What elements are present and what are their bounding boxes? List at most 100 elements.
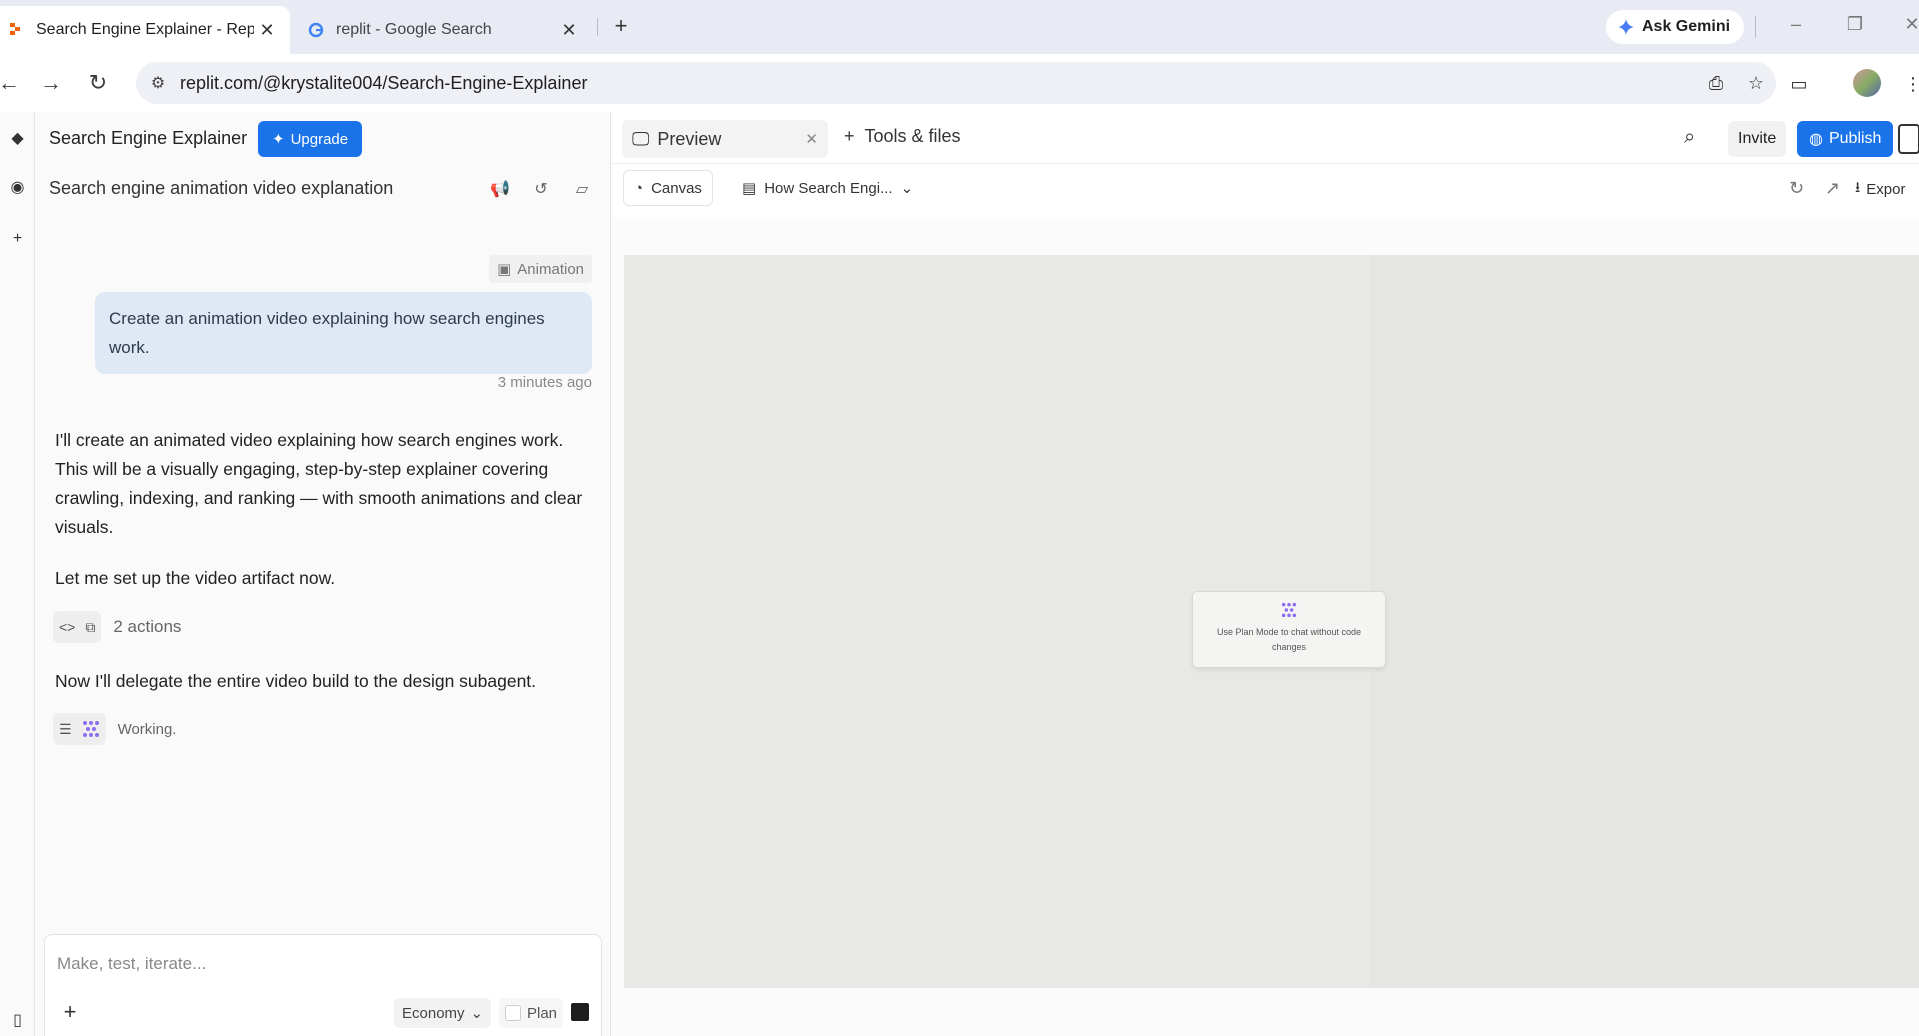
- sidebar-toggle-icon[interactable]: ▯: [0, 1010, 35, 1030]
- stop-button[interactable]: [571, 1003, 589, 1021]
- agent-message: Now I'll delegate the entire video build…: [55, 671, 537, 691]
- mode-label: Economy: [402, 1004, 465, 1022]
- site-info-icon[interactable]: ⚙: [136, 73, 180, 93]
- tab-search-icon[interactable]: ▭: [1784, 70, 1814, 98]
- minimize-icon[interactable]: –: [1783, 14, 1809, 35]
- add-icon[interactable]: +: [0, 230, 35, 248]
- close-tab-icon[interactable]: ✕: [556, 17, 582, 43]
- working-icons: ☰: [53, 713, 106, 745]
- agent-message: I'll create an animated video explaining…: [55, 430, 583, 537]
- list-icon: ☰: [59, 720, 72, 737]
- working-label: Working.: [117, 720, 177, 738]
- workspace-pane: 🖵 Preview ✕ + Tools & files ⌕ Invite ◍ P…: [612, 112, 1919, 1036]
- file-icon: ▤: [742, 180, 757, 197]
- close-tab-icon[interactable]: ✕: [254, 17, 280, 43]
- tab-preview[interactable]: 🖵 Preview ✕: [622, 120, 828, 158]
- upgrade-label: Upgrade: [290, 130, 349, 148]
- design-subagent-icon: [1281, 602, 1297, 618]
- sparkle-icon: ✦: [272, 131, 285, 148]
- mode-select[interactable]: Economy ⌄: [394, 998, 492, 1028]
- browser-tab-replit[interactable]: Search Engine Explainer - Replit ✕: [0, 6, 290, 54]
- export-button[interactable]: ⭳ Expor: [1855, 177, 1905, 202]
- gemini-sparkle-icon: [1618, 19, 1634, 35]
- ask-gemini-label: Ask Gemini: [1642, 18, 1731, 35]
- tab-title: Search Engine Explainer - Replit: [36, 21, 254, 38]
- actions-label: 2 actions: [113, 617, 182, 636]
- profile-avatar[interactable]: [1853, 69, 1881, 97]
- pane-tabbar: 🖵 Preview ✕ + Tools & files ⌕ Invite ◍ P…: [612, 112, 1919, 164]
- forward-icon[interactable]: →: [34, 66, 68, 100]
- chrome-divider: [1755, 16, 1756, 38]
- canvas-button[interactable]: ◔ Canvas: [623, 170, 713, 206]
- preview-tab-label: Preview: [657, 128, 722, 149]
- preview-toolbar: ◔ Canvas ▤ How Search Engi... ⌄ ↻ ↗ ⭳ Ex…: [612, 165, 1919, 217]
- close-preview-icon[interactable]: ✕: [805, 130, 818, 148]
- browser-toolbar: ← → ↻ ⚙ replit.com/@krystalite004/Search…: [0, 54, 1919, 112]
- canvas-shade: [1370, 255, 1919, 988]
- address-bar[interactable]: ⚙ replit.com/@krystalite004/Search-Engin…: [136, 62, 1776, 104]
- megaphone-icon[interactable]: 📢: [487, 176, 513, 202]
- animation-tag: ▣ Animation: [489, 255, 592, 283]
- agent-icon[interactable]: ◉: [0, 177, 35, 197]
- monitor-icon: 🖵: [632, 128, 650, 149]
- upgrade-button[interactable]: ✦ Upgrade: [258, 121, 363, 157]
- action-icons: <> ⧉: [53, 611, 102, 643]
- new-chat-icon[interactable]: ▱: [569, 176, 595, 202]
- animation-tag-label: Animation: [517, 260, 584, 278]
- browser-tab-google[interactable]: replit - Google Search ✕: [300, 6, 592, 54]
- download-icon: ⭳: [1855, 179, 1861, 196]
- attach-plus-icon[interactable]: +: [55, 997, 85, 1027]
- canvas-label: Canvas: [651, 179, 702, 197]
- refresh-icon[interactable]: ↻: [1789, 178, 1804, 199]
- chat-composer: + Economy ⌄ Plan: [44, 934, 602, 1036]
- reload-icon[interactable]: ↻: [81, 66, 115, 100]
- actions-summary[interactable]: <> ⧉ 2 actions: [53, 611, 181, 643]
- history-icon[interactable]: ↺: [528, 176, 554, 202]
- chevron-down-icon: ⌄: [470, 1005, 484, 1022]
- file-label: How Search Engi...: [764, 179, 893, 197]
- tab-title: replit - Google Search: [336, 21, 492, 38]
- invite-button[interactable]: Invite: [1728, 121, 1787, 157]
- left-rail: ◆ ◉ + ▯: [0, 112, 35, 1036]
- search-icon[interactable]: ⌕: [1684, 126, 1695, 149]
- bookmark-star-icon[interactable]: ☆: [1736, 73, 1776, 94]
- restore-icon[interactable]: ❐: [1842, 14, 1868, 35]
- code-icon: <>: [59, 619, 76, 635]
- replit-favicon-icon: [10, 23, 20, 35]
- chat-input[interactable]: [57, 949, 577, 979]
- replit-logo-icon[interactable]: ◆: [0, 128, 35, 148]
- url-text[interactable]: replit.com/@krystalite004/Search-Engine-…: [180, 73, 1696, 94]
- plan-mode-hint-text: Use Plan Mode to chat without code chang…: [1216, 627, 1362, 652]
- project-title: Search Engine Explainer: [49, 128, 248, 148]
- plan-checkbox[interactable]: [505, 1005, 521, 1021]
- copy-icon: ⧉: [85, 618, 96, 635]
- design-subagent-icon: [82, 721, 99, 737]
- back-icon[interactable]: ←: [0, 66, 26, 100]
- tools-files-button[interactable]: + Tools & files: [844, 126, 961, 147]
- working-status: ☰ Working.: [53, 713, 176, 745]
- close-window-icon[interactable]: ✕: [1899, 14, 1919, 35]
- chrome-menu-icon[interactable]: ⋮: [1898, 70, 1919, 98]
- layout-icon[interactable]: [1898, 124, 1919, 154]
- plan-mode-hint-card: Use Plan Mode to chat without code chang…: [1192, 591, 1386, 668]
- plus-icon: +: [844, 126, 855, 146]
- chat-title: Search engine animation video explanatio…: [49, 178, 394, 198]
- new-tab-button[interactable]: +: [607, 12, 635, 40]
- tab-divider: [597, 18, 598, 36]
- publish-button[interactable]: ◍ Publish: [1797, 121, 1894, 157]
- agent-chat-panel: Search Engine Explainer ✦ Upgrade Search…: [35, 112, 611, 1036]
- google-favicon-icon: [308, 22, 324, 38]
- file-select[interactable]: ▤ How Search Engi... ⌄: [736, 170, 919, 206]
- canvas-board[interactable]: Use Plan Mode to chat without code chang…: [624, 255, 1919, 988]
- browser-tabstrip: Search Engine Explainer - Replit ✕ repli…: [0, 0, 1919, 54]
- message-timestamp: 3 minutes ago: [497, 374, 592, 391]
- canvas-area: Use Plan Mode to chat without code chang…: [612, 217, 1919, 1036]
- open-external-icon[interactable]: ↗: [1825, 178, 1840, 199]
- install-app-icon[interactable]: ⎙: [1696, 73, 1736, 94]
- ask-gemini-button[interactable]: Ask Gemini: [1606, 10, 1745, 44]
- export-label: Expor: [1866, 181, 1906, 198]
- plan-toggle[interactable]: Plan: [499, 998, 564, 1028]
- video-icon: ▣: [497, 261, 512, 278]
- replit-app: ◆ ◉ + ▯ Search Engine Explainer ✦ Upgrad…: [0, 112, 1919, 1036]
- tools-files-label: Tools & files: [864, 126, 961, 146]
